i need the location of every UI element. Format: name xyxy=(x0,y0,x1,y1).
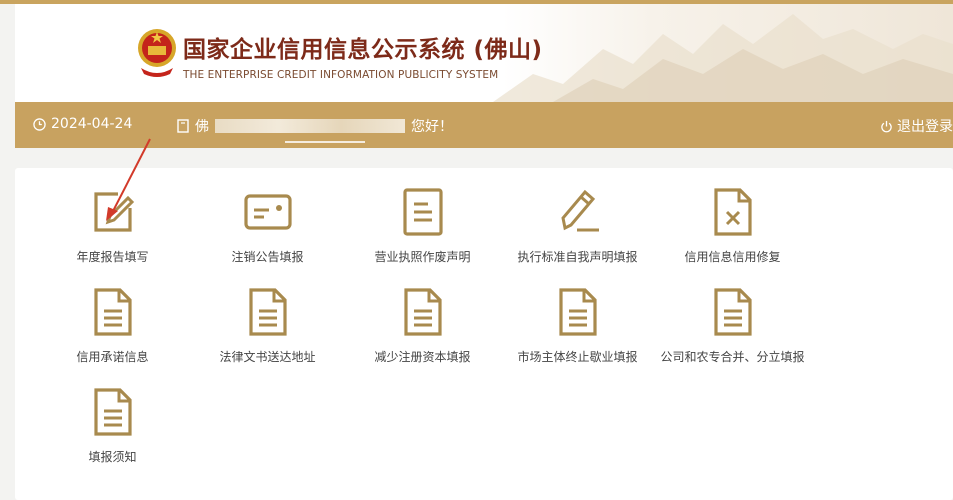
redaction-underline xyxy=(285,141,365,143)
document-icon xyxy=(93,288,132,336)
mountain-landscape-image xyxy=(493,14,953,102)
tile-legal-document-address[interactable]: 法律文书送达地址 xyxy=(190,286,345,376)
power-icon xyxy=(881,120,892,132)
document-x-icon xyxy=(713,188,752,236)
date-display: 2024-04-24 xyxy=(33,116,132,132)
greeting-text: 您好！ xyxy=(411,119,453,135)
tile-label: 注销公告填报 xyxy=(231,250,304,264)
tile-credit-commitment[interactable]: 信用承诺信息 xyxy=(35,286,190,376)
pencil-icon xyxy=(560,189,599,232)
id-card-icon xyxy=(177,119,189,133)
redacted-user-name xyxy=(215,119,405,133)
current-date: 2024-04-24 xyxy=(51,116,133,132)
tile-label: 执行标准自我声明填报 xyxy=(517,250,638,264)
tile-credit-repair[interactable]: 信用信息信用修复 xyxy=(655,186,810,276)
tile-annual-report[interactable]: 年度报告填写 xyxy=(35,186,190,276)
tile-merger-division[interactable]: 公司和农专合并、分立填报 xyxy=(655,286,810,376)
tile-standard-self-declaration[interactable]: 执行标准自我声明填报 xyxy=(500,186,655,276)
national-emblem-icon xyxy=(138,29,176,77)
user-name-prefix: 佛 xyxy=(195,119,209,135)
tile-filing-instructions[interactable]: 填报须知 xyxy=(35,386,190,476)
document-icon xyxy=(93,388,132,436)
document-icon xyxy=(713,288,752,336)
user-greeting: 佛 您好！ xyxy=(177,116,453,136)
logout-button[interactable]: 退出登录 xyxy=(880,116,953,136)
top-navbar: 2024-04-24 佛 您好！ 退出登录 xyxy=(15,102,953,148)
tile-label: 营业执照作废声明 xyxy=(374,250,471,264)
document-icon xyxy=(248,288,287,336)
tile-label: 减少注册资本填报 xyxy=(374,350,471,364)
tile-label: 填报须知 xyxy=(88,450,137,464)
edit-icon xyxy=(93,192,134,232)
tile-label: 信用承诺信息 xyxy=(76,350,149,364)
document-icon xyxy=(403,288,442,336)
page-title: 国家企业信用信息公示系统 (佛山) xyxy=(183,37,543,63)
tile-label: 年度报告填写 xyxy=(76,250,149,264)
logout-label: 退出登录 xyxy=(897,119,953,135)
tile-capital-reduction[interactable]: 减少注册资本填报 xyxy=(345,286,500,376)
document-icon xyxy=(402,188,443,236)
header-banner: 国家企业信用信息公示系统 (佛山) THE ENTERPRISE CREDIT … xyxy=(15,4,953,102)
tile-business-termination[interactable]: 市场主体终止歇业填报 xyxy=(500,286,655,376)
page-subtitle: THE ENTERPRISE CREDIT INFORMATION PUBLIC… xyxy=(183,69,499,81)
tile-label: 市场主体终止歇业填报 xyxy=(517,350,638,364)
card-icon xyxy=(243,194,292,230)
tile-label: 公司和农专合并、分立填报 xyxy=(660,350,805,364)
tile-license-void-statement[interactable]: 营业执照作废声明 xyxy=(345,186,500,276)
tile-label: 信用信息信用修复 xyxy=(684,250,781,264)
clock-icon xyxy=(33,117,46,131)
document-icon xyxy=(558,288,597,336)
tile-label: 法律文书送达地址 xyxy=(219,350,316,364)
tile-deregistration-notice[interactable]: 注销公告填报 xyxy=(190,186,345,276)
service-panel: 年度报告填写 注销公告填报 营业执照作废声明 执行标准自我声明填报 信用信息信用… xyxy=(15,168,953,500)
